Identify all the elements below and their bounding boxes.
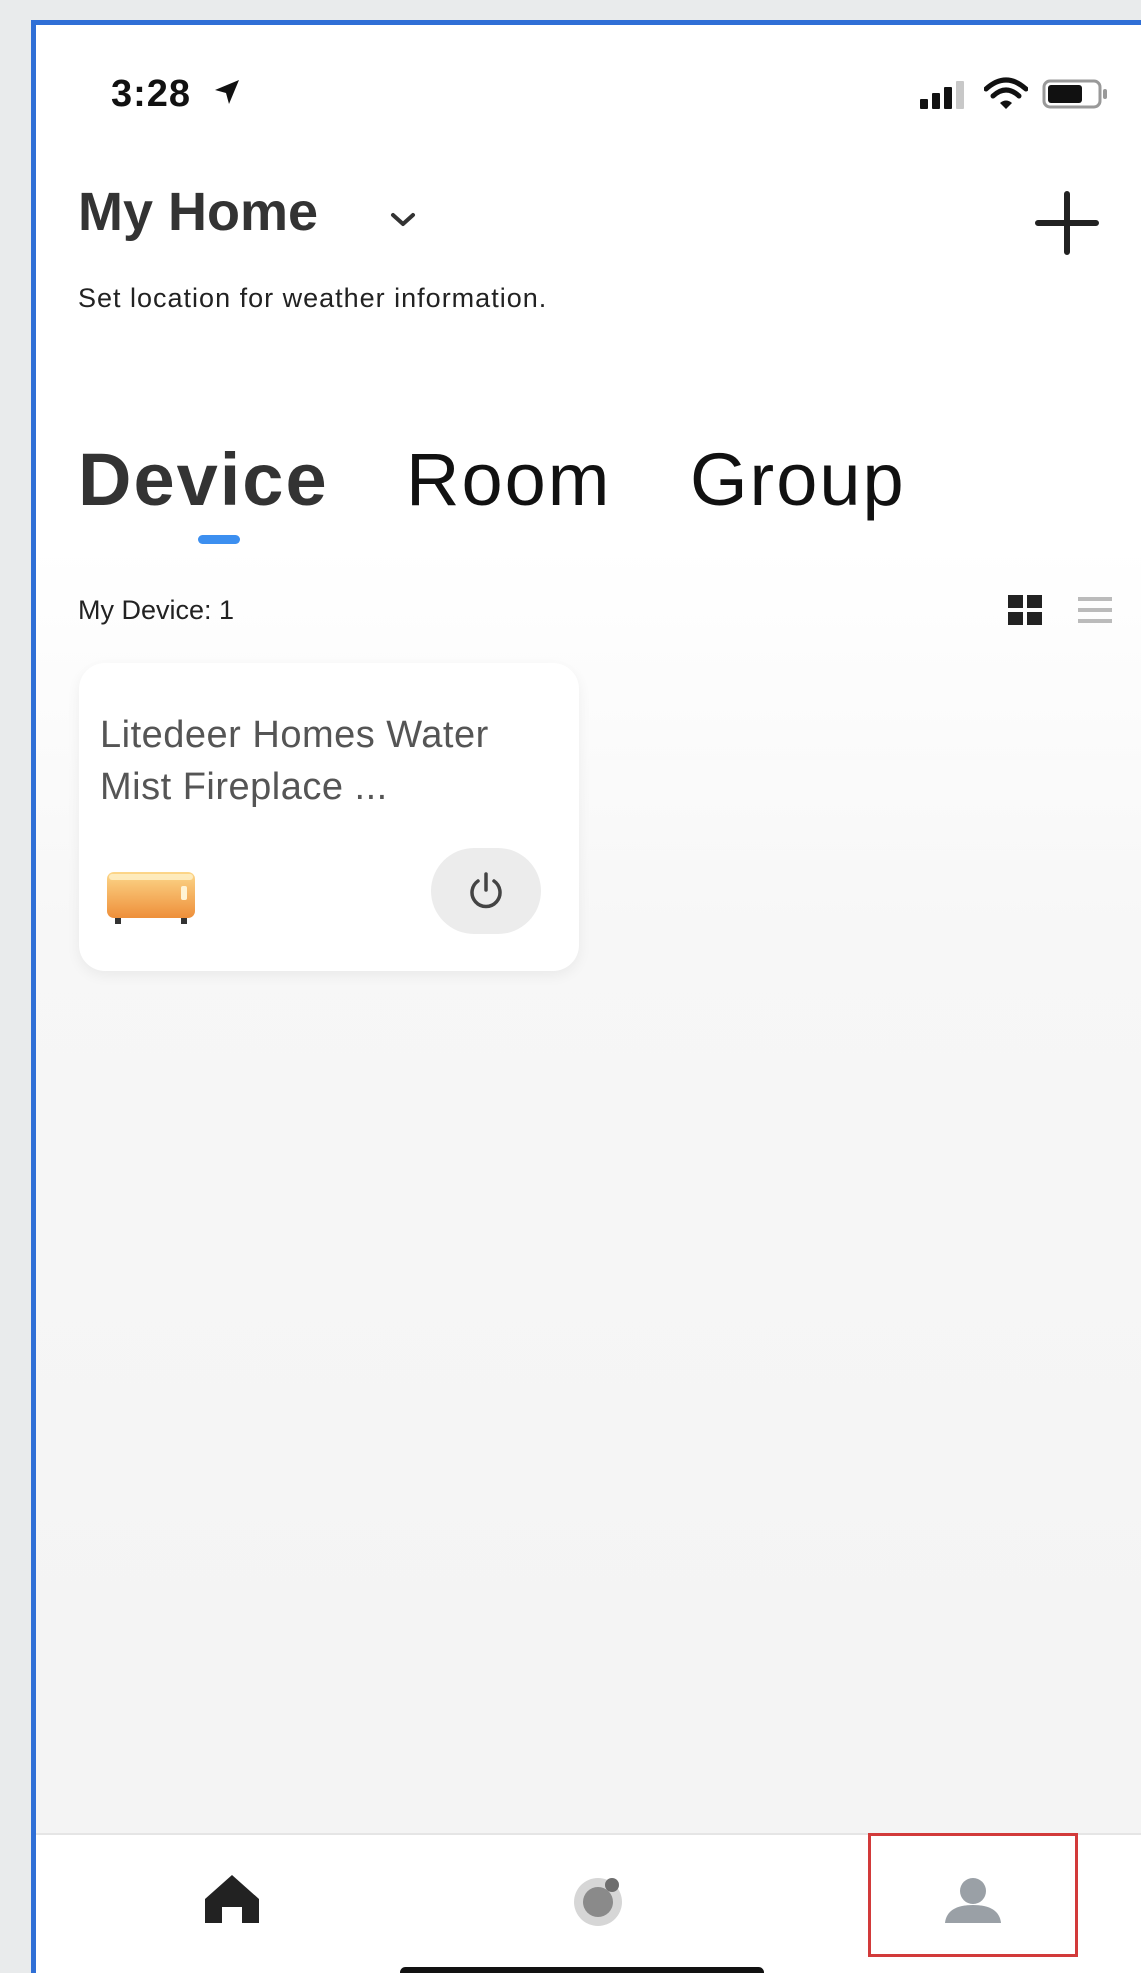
device-count-label: My Device: 1 bbox=[78, 595, 235, 625]
tab-device[interactable]: Device bbox=[78, 437, 329, 522]
smart-scene-icon bbox=[574, 1878, 622, 1926]
chevron-down-icon[interactable] bbox=[390, 211, 416, 229]
device-name: Litedeer Homes Water Mist Fireplace ... bbox=[100, 714, 489, 808]
weather-location-prompt[interactable]: Set location for weather information. bbox=[78, 283, 547, 314]
list-view-icon[interactable] bbox=[1078, 595, 1112, 625]
location-arrow-icon bbox=[215, 80, 239, 104]
tab-active-indicator bbox=[198, 535, 240, 544]
home-icon bbox=[205, 1875, 259, 1923]
signal-icon bbox=[920, 81, 964, 109]
wifi-icon bbox=[984, 77, 1028, 109]
battery-icon bbox=[1042, 79, 1107, 109]
status-time: 3:28 bbox=[111, 73, 192, 115]
home-indicator bbox=[400, 1967, 764, 1973]
nav-profile[interactable] bbox=[868, 1857, 1008, 1937]
nav-smart-scenes[interactable] bbox=[528, 1857, 668, 1937]
device-card[interactable]: Litedeer Homes Water Mist Fireplace ... bbox=[79, 663, 579, 971]
profile-icon bbox=[945, 1878, 1001, 1923]
power-icon bbox=[470, 872, 502, 909]
nav-home[interactable] bbox=[162, 1857, 302, 1937]
tab-group[interactable]: Group bbox=[690, 437, 906, 522]
bottom-tab-bar bbox=[36, 1833, 1141, 1973]
tab-room[interactable]: Room bbox=[406, 437, 611, 522]
fireplace-icon bbox=[107, 872, 195, 924]
phone-screen: 3:28 My Home Set location for weather in… bbox=[31, 20, 1141, 1973]
power-button[interactable] bbox=[431, 848, 541, 934]
grid-view-icon[interactable] bbox=[1008, 595, 1042, 625]
home-selector[interactable]: My Home bbox=[78, 181, 318, 243]
add-device-button[interactable] bbox=[1032, 188, 1102, 258]
